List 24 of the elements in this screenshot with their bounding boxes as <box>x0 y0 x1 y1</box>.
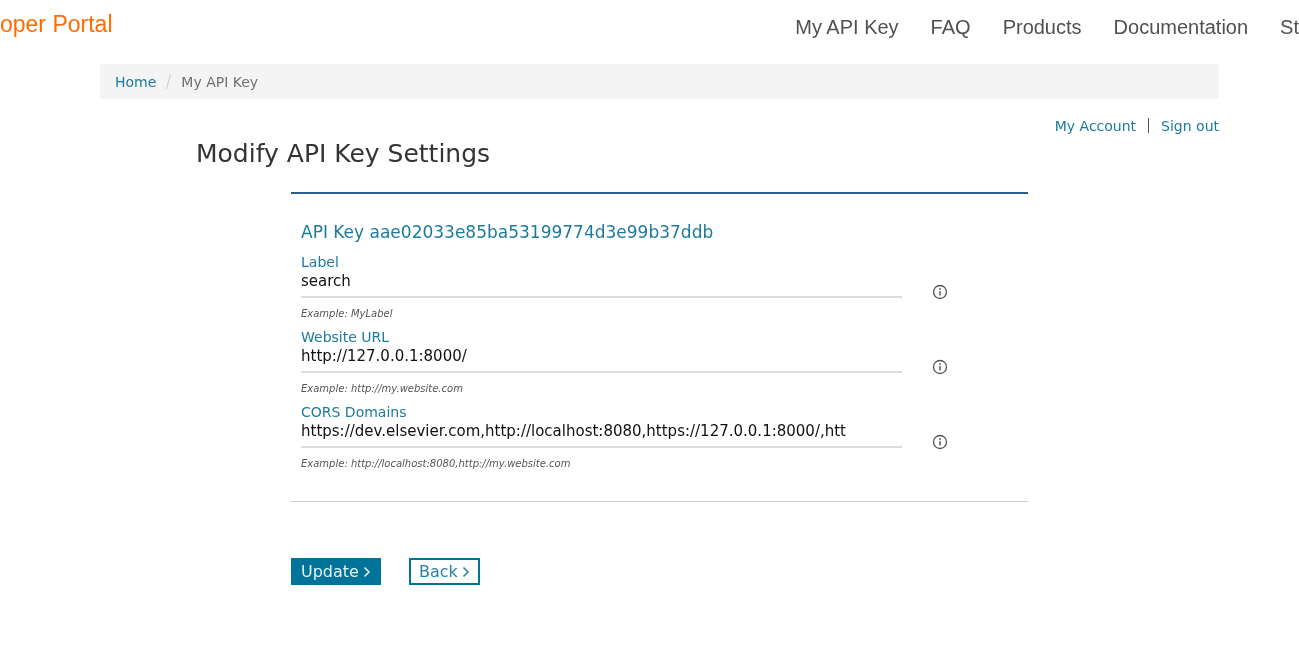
field-hint: Example: http://my.website.com <box>301 383 464 394</box>
nav-link[interactable]: St <box>1280 16 1299 39</box>
page-title: Modify API Key Settings <box>196 139 492 168</box>
update-button[interactable]: Update <box>291 558 381 585</box>
nav-link[interactable]: Products <box>1002 16 1082 39</box>
nav-link[interactable]: FAQ <box>930 16 971 39</box>
account-link[interactable]: Sign out <box>1161 118 1219 134</box>
info-icon[interactable] <box>932 283 948 300</box>
breadcrumb-link[interactable]: Home <box>115 73 157 90</box>
field-hint: Example: MyLabel <box>301 308 394 319</box>
info-icon[interactable] <box>932 433 948 450</box>
field-label: CORS Domains <box>301 404 408 420</box>
chevron-icon <box>362 565 371 578</box>
info-icon[interactable] <box>932 358 948 375</box>
account-link[interactable]: My Account <box>1054 118 1137 134</box>
field-hint: Example: http://localhost:8080,http://my.website.com <box>301 458 572 469</box>
field-label: Label <box>301 254 340 270</box>
nav-link[interactable]: Documentation <box>1113 16 1249 39</box>
api-key-text: API Key aae02033e85ba53199774d3e99b37ddb <box>301 222 715 242</box>
chevron-icon <box>461 565 470 578</box>
field-label: Website URL <box>301 329 391 345</box>
nav-link[interactable]: My API Key <box>795 16 899 39</box>
current-page-label: My API Key <box>181 73 259 90</box>
back-button[interactable]: Back <box>408 558 480 585</box>
